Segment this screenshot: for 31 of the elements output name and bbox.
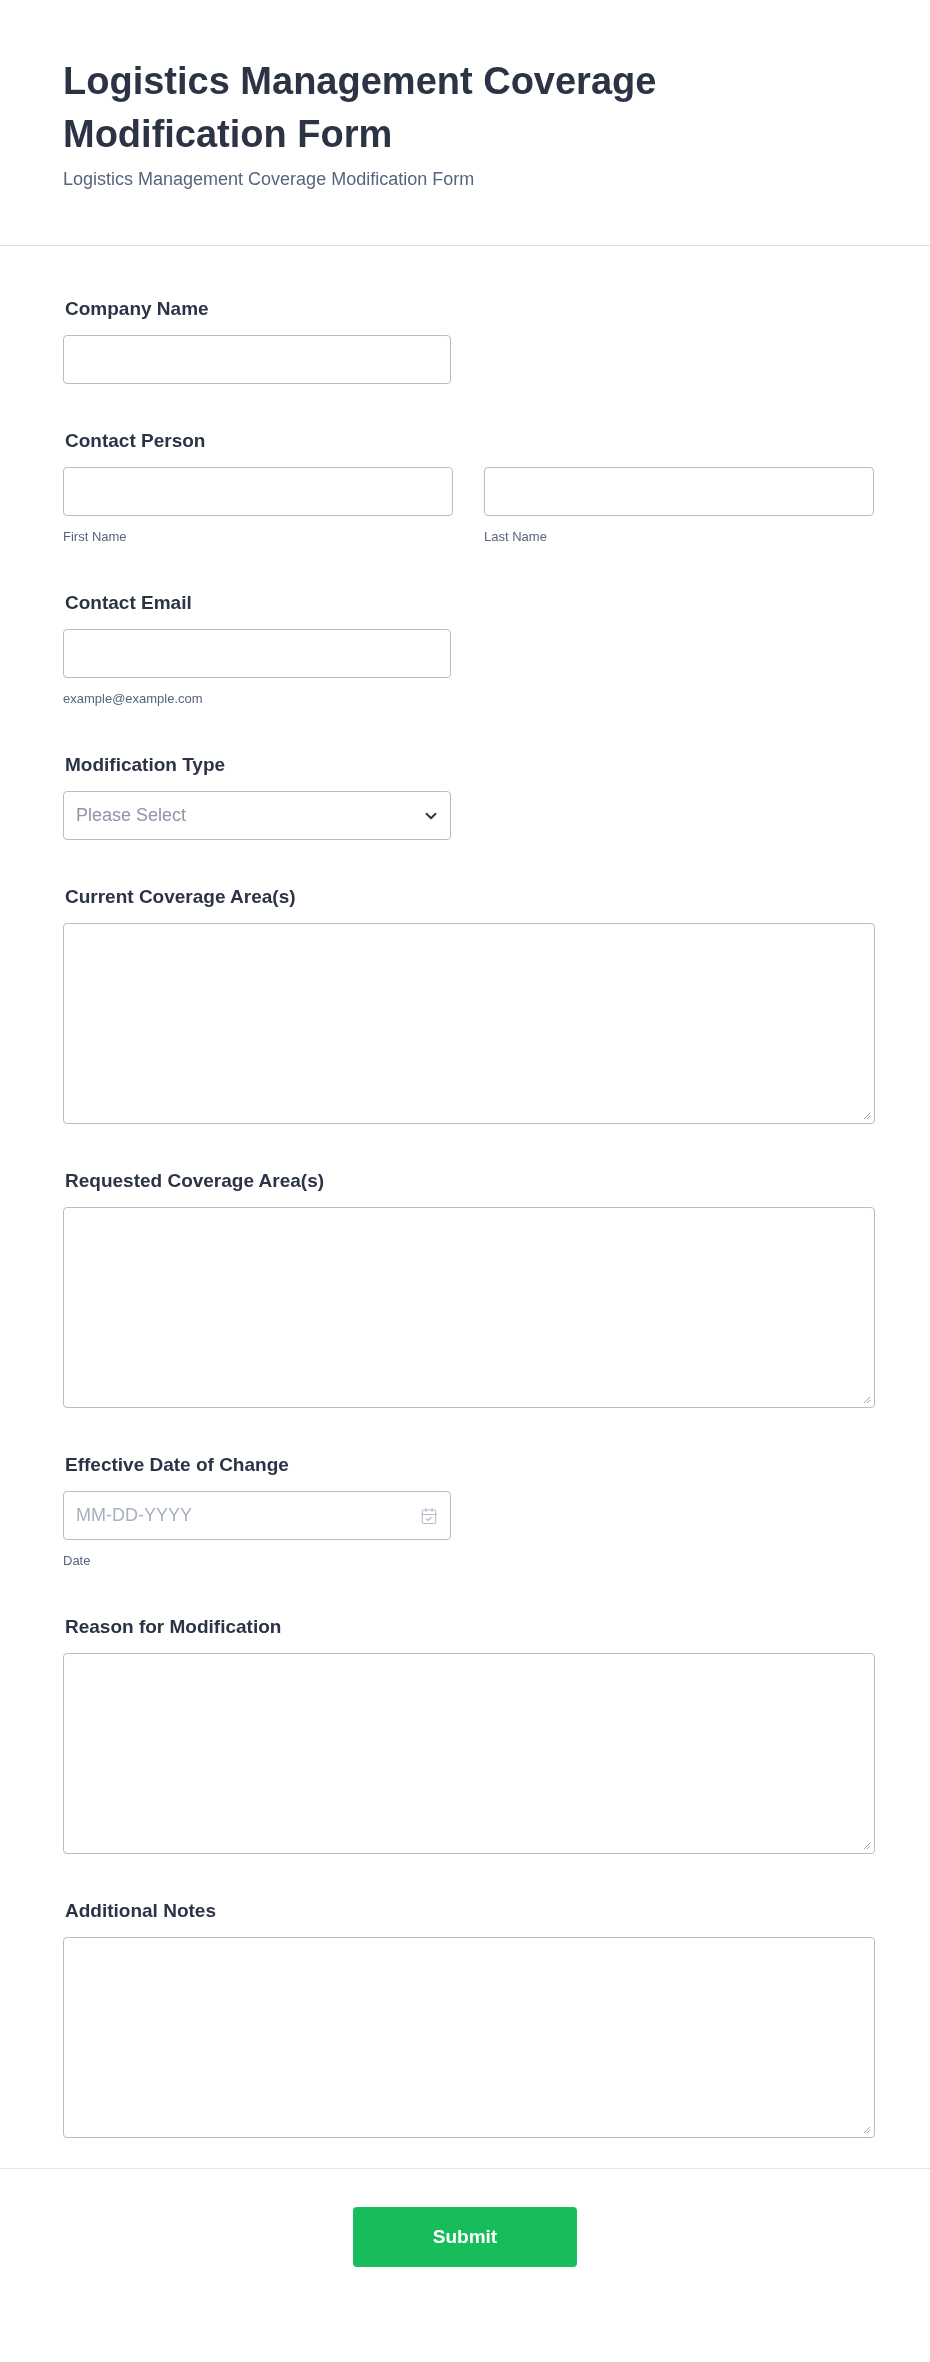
text-area-field[interactable] [63, 1937, 875, 2138]
email-input-field[interactable] [63, 629, 451, 678]
field-label: Additional Notes [64, 1899, 217, 1923]
field-label: Requested Coverage Area(s) [64, 1169, 326, 1193]
resize-handle-icon[interactable] [863, 1396, 871, 1404]
date-input-field[interactable]: MM-DD-YYYY [63, 1491, 451, 1540]
form-title: Logistics Management Coverage Modification Form [63, 59, 658, 157]
name-input-field[interactable] [484, 467, 874, 516]
name-input-field[interactable] [63, 467, 453, 516]
field-label: Modification Type [64, 753, 227, 777]
field-sublabel: First Name [63, 528, 128, 546]
text-input-field[interactable] [63, 335, 451, 384]
field-sublabel: example@example.com [63, 690, 204, 708]
calendar-icon [420, 1506, 438, 1525]
text-area-field[interactable] [63, 923, 875, 1124]
text-area-field[interactable] [63, 1207, 875, 1408]
dropdown-field[interactable]: Please Select [63, 791, 451, 840]
text-area-field[interactable] [63, 1653, 875, 1854]
field-label: Effective Date of Change [64, 1453, 290, 1477]
field-sublabel: Date [63, 1552, 92, 1570]
field-label: Contact Email [64, 591, 193, 615]
resize-handle-icon[interactable] [863, 1112, 871, 1120]
field-label: Company Name [64, 297, 210, 321]
resize-handle-icon[interactable] [863, 2126, 871, 2134]
field-label: Reason for Modification [64, 1615, 283, 1639]
form-subtitle: Logistics Management Coverage Modification Form [63, 168, 476, 191]
field-label: Contact Person [64, 429, 207, 453]
field-sublabel: Last Name [484, 528, 548, 546]
submit-button[interactable]: Submit [353, 2207, 577, 2267]
field-label: Current Coverage Area(s) [64, 885, 297, 909]
resize-handle-icon[interactable] [863, 1842, 871, 1850]
